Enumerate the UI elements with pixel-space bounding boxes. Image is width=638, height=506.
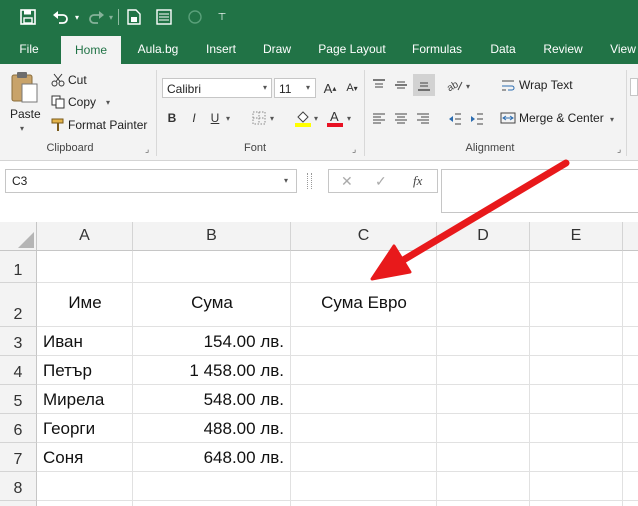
arrow-shaft: [396, 159, 570, 266]
red-arrow-annotation: [370, 159, 570, 281]
arrow-head: [370, 244, 412, 281]
